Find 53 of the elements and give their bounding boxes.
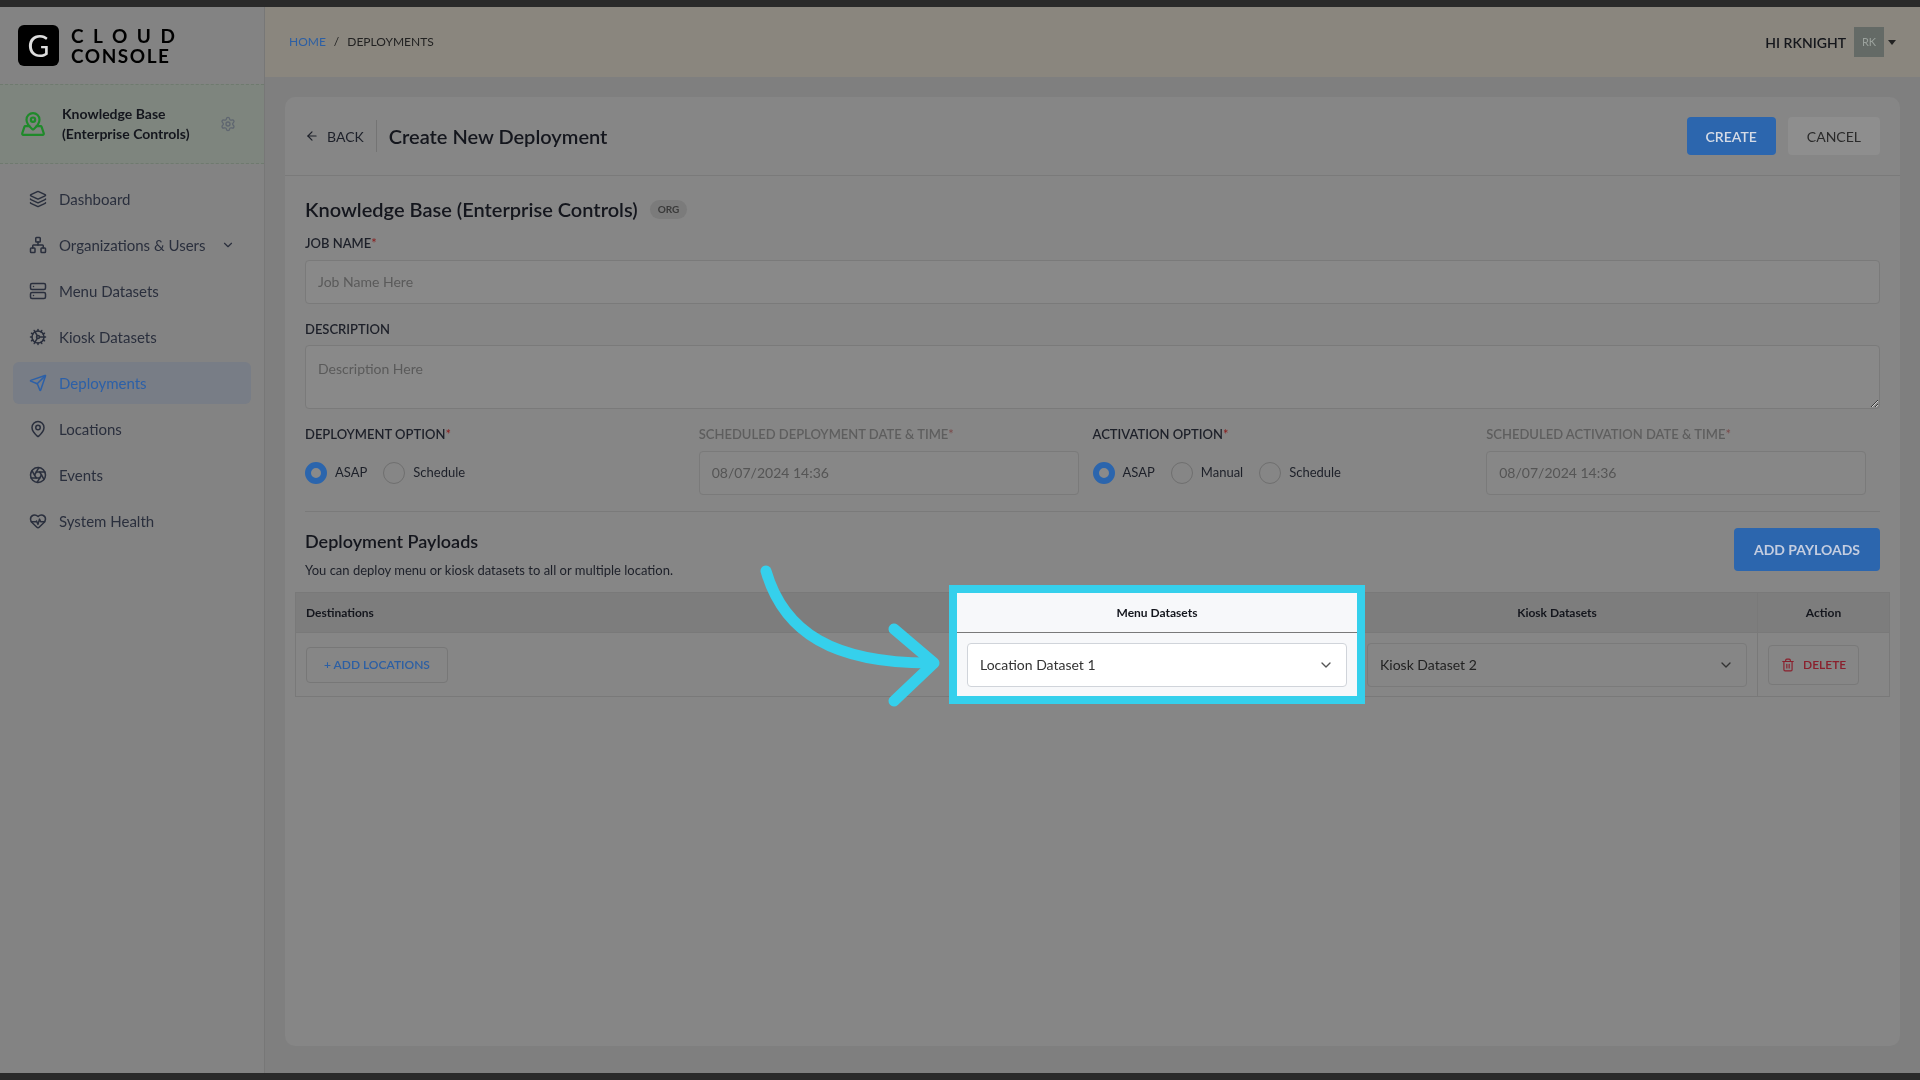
field-label: ACTIVATION OPTION bbox=[1092, 425, 1223, 444]
sidebar-item[interactable]: System Health bbox=[13, 500, 251, 542]
logo-mark: G bbox=[18, 25, 59, 66]
back-button[interactable]: BACK bbox=[305, 120, 377, 152]
field-label: JOB NAME bbox=[305, 234, 372, 253]
nav-icon bbox=[29, 512, 47, 530]
radio-option[interactable]: Manual bbox=[1170, 461, 1244, 484]
user-greeting: HI RKNIGHT bbox=[1765, 32, 1846, 53]
sidebar-item[interactable]: Kiosk Datasets bbox=[13, 316, 251, 358]
field-label: DEPLOYMENT OPTION bbox=[305, 425, 446, 444]
cancel-button[interactable]: CANCEL bbox=[1787, 117, 1880, 155]
radio-option[interactable]: Schedule bbox=[1259, 461, 1341, 484]
radio-option[interactable]: Schedule bbox=[383, 461, 466, 484]
nav-icon bbox=[29, 282, 47, 300]
column-header: Menu Datasets bbox=[957, 593, 1357, 633]
create-button[interactable]: CREATE bbox=[1686, 117, 1776, 155]
logo-text: CONSOLE bbox=[71, 45, 172, 66]
page-title: Create New Deployment bbox=[388, 123, 608, 150]
required-mark: * bbox=[1223, 425, 1229, 444]
org-name: Knowledge Base (Enterprise Controls) bbox=[62, 104, 191, 144]
required-mark: * bbox=[371, 234, 377, 253]
sidebar-item[interactable]: Locations bbox=[13, 408, 251, 450]
sidebar-item[interactable]: Events bbox=[13, 454, 251, 496]
org-badge: ORG bbox=[649, 199, 688, 219]
radio-option[interactable]: ASAP bbox=[1092, 461, 1155, 484]
nav-icon bbox=[29, 190, 47, 208]
nav-icon bbox=[29, 466, 47, 484]
org-heading: Knowledge Base (Enterprise Controls) bbox=[305, 196, 638, 223]
radio-option[interactable]: ASAP bbox=[305, 461, 368, 484]
field-label: DESCRIPTION bbox=[305, 319, 390, 339]
nav-icon bbox=[29, 420, 47, 438]
required-mark: * bbox=[445, 425, 451, 444]
dataset-dropdown[interactable]: Location Dataset 1 bbox=[967, 642, 1347, 687]
trash-icon bbox=[1781, 657, 1795, 672]
sidebar-item[interactable]: Organizations & Users bbox=[13, 224, 251, 266]
org-pin-icon bbox=[20, 111, 46, 137]
breadcrumb-current: DEPLOYMENTS bbox=[347, 33, 434, 51]
breadcrumb-separator: / bbox=[333, 33, 340, 51]
section-title: Deployment Payloads bbox=[305, 528, 480, 554]
delete-button[interactable]: DELETE bbox=[1768, 644, 1860, 685]
section-subtitle: You can deploy menu or kiosk datasets to all or multiple location. bbox=[305, 560, 673, 580]
sidebar-item[interactable]: Dashboard bbox=[13, 178, 251, 220]
add-payloads-button[interactable]: ADD PAYLOADS bbox=[1733, 527, 1880, 571]
required-mark: * bbox=[1725, 425, 1731, 444]
nav-icon bbox=[29, 374, 47, 392]
dataset-dropdown[interactable]: Kiosk Dataset 2 bbox=[1367, 642, 1747, 687]
sidebar-item[interactable]: Menu Datasets bbox=[13, 270, 251, 312]
logo-text: CLOUD bbox=[71, 25, 185, 46]
required-mark: * bbox=[948, 425, 954, 444]
caret-icon[interactable] bbox=[1888, 39, 1896, 45]
nav-icon bbox=[29, 236, 47, 254]
column-header: Action bbox=[1758, 593, 1889, 633]
nav-icon bbox=[29, 328, 47, 346]
